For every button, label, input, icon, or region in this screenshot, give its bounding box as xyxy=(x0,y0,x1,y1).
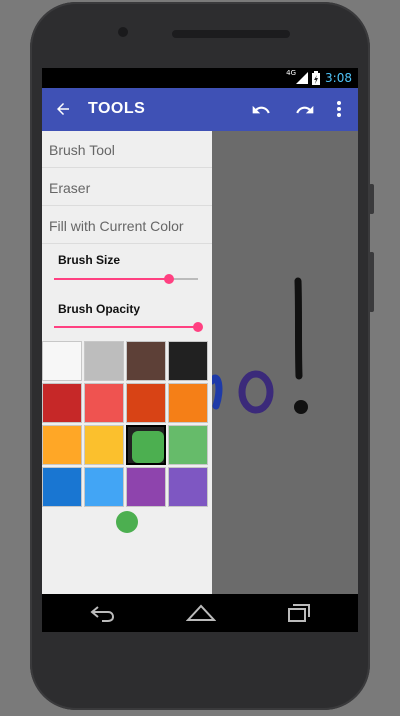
app-bar: TOOLS xyxy=(42,88,358,131)
redo-icon[interactable] xyxy=(293,100,317,120)
power-button xyxy=(369,252,374,312)
drawing-canvas[interactable] xyxy=(212,131,358,594)
blue-stroke xyxy=(212,374,223,410)
volume-button xyxy=(369,184,374,214)
black-line-stroke xyxy=(294,277,303,380)
nav-back-icon[interactable] xyxy=(88,603,116,623)
nav-recents-icon[interactable] xyxy=(284,603,310,623)
color-swatch[interactable] xyxy=(126,341,166,381)
signal-icon xyxy=(296,72,308,84)
arrow-back-icon[interactable] xyxy=(54,100,72,118)
color-swatch[interactable] xyxy=(42,383,82,423)
screen: 4G 3:08 TOOLS Brush Tool Eraser Fill wit… xyxy=(42,68,358,632)
more-vert-icon[interactable] xyxy=(336,100,342,118)
brush-opacity-slider[interactable] xyxy=(54,322,203,332)
color-swatch[interactable] xyxy=(84,425,124,465)
color-swatch[interactable] xyxy=(168,383,208,423)
color-swatch[interactable] xyxy=(84,467,124,507)
front-camera xyxy=(118,27,128,37)
color-swatch[interactable] xyxy=(126,467,166,507)
color-swatch[interactable] xyxy=(126,425,166,465)
color-palette xyxy=(42,341,210,511)
color-swatch[interactable] xyxy=(168,467,208,507)
status-time: 3:08 xyxy=(325,71,352,85)
purple-o-stroke xyxy=(238,370,274,414)
color-swatch[interactable] xyxy=(84,341,124,381)
menu-fill-current-color[interactable]: Fill with Current Color xyxy=(42,207,212,244)
nav-home-icon[interactable] xyxy=(186,603,216,623)
color-swatch[interactable] xyxy=(42,425,82,465)
selected-swatch-inner xyxy=(132,431,164,463)
color-swatch[interactable] xyxy=(168,341,208,381)
color-swatch[interactable] xyxy=(168,425,208,465)
menu-brush-tool[interactable]: Brush Tool xyxy=(42,131,212,168)
navigation-bar xyxy=(42,594,358,632)
brush-opacity-thumb[interactable] xyxy=(193,322,203,332)
brush-size-thumb[interactable] xyxy=(164,274,175,284)
current-color-indicator xyxy=(116,511,138,533)
network-type: 4G xyxy=(286,69,296,77)
color-swatch[interactable] xyxy=(42,341,82,381)
canvas-drawing xyxy=(212,277,308,414)
menu-eraser[interactable]: Eraser xyxy=(42,169,212,206)
earpiece-speaker xyxy=(172,30,290,38)
black-dot-stroke xyxy=(294,400,308,414)
brush-opacity-label: Brush Opacity xyxy=(58,302,141,316)
brush-opacity-fill xyxy=(54,326,198,328)
battery-charging-icon xyxy=(312,71,320,85)
brush-size-fill xyxy=(54,278,170,280)
brush-size-slider[interactable] xyxy=(54,274,198,284)
status-bar: 4G 3:08 xyxy=(42,68,358,88)
tools-drawer: Brush Tool Eraser Fill with Current Colo… xyxy=(42,131,212,594)
color-swatch[interactable] xyxy=(42,467,82,507)
undo-icon[interactable] xyxy=(249,100,273,120)
color-swatch[interactable] xyxy=(126,383,166,423)
app-title: TOOLS xyxy=(88,100,146,117)
brush-size-label: Brush Size xyxy=(58,253,121,267)
color-swatch[interactable] xyxy=(84,383,124,423)
